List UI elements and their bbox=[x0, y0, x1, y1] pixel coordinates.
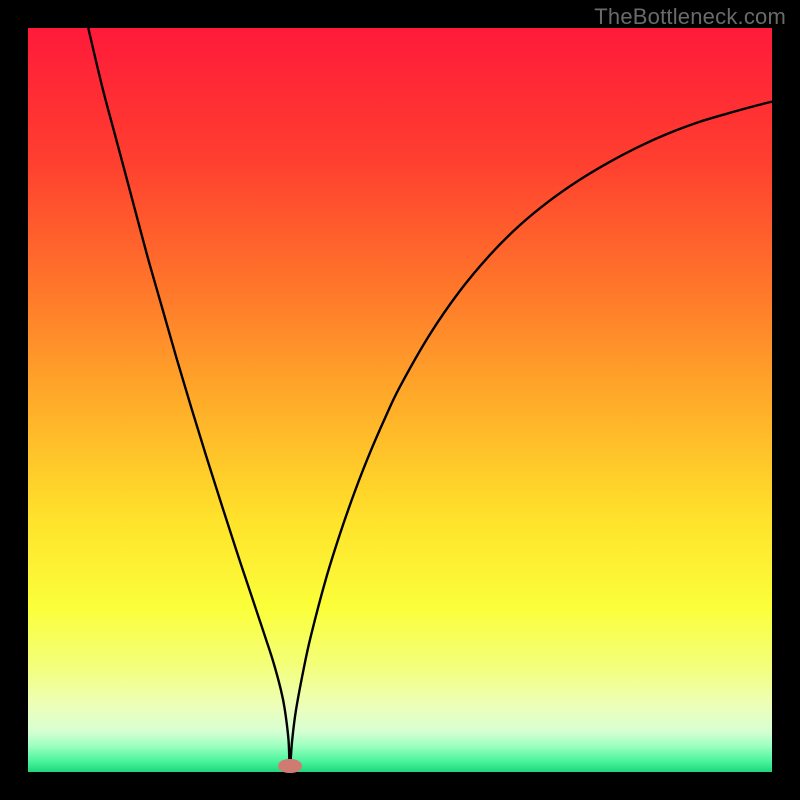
vertex-marker bbox=[278, 759, 302, 774]
chart-plot bbox=[28, 28, 772, 772]
chart-frame: TheBottleneck.com bbox=[0, 0, 800, 800]
plot-background bbox=[28, 28, 772, 772]
watermark-text: TheBottleneck.com bbox=[594, 4, 786, 30]
